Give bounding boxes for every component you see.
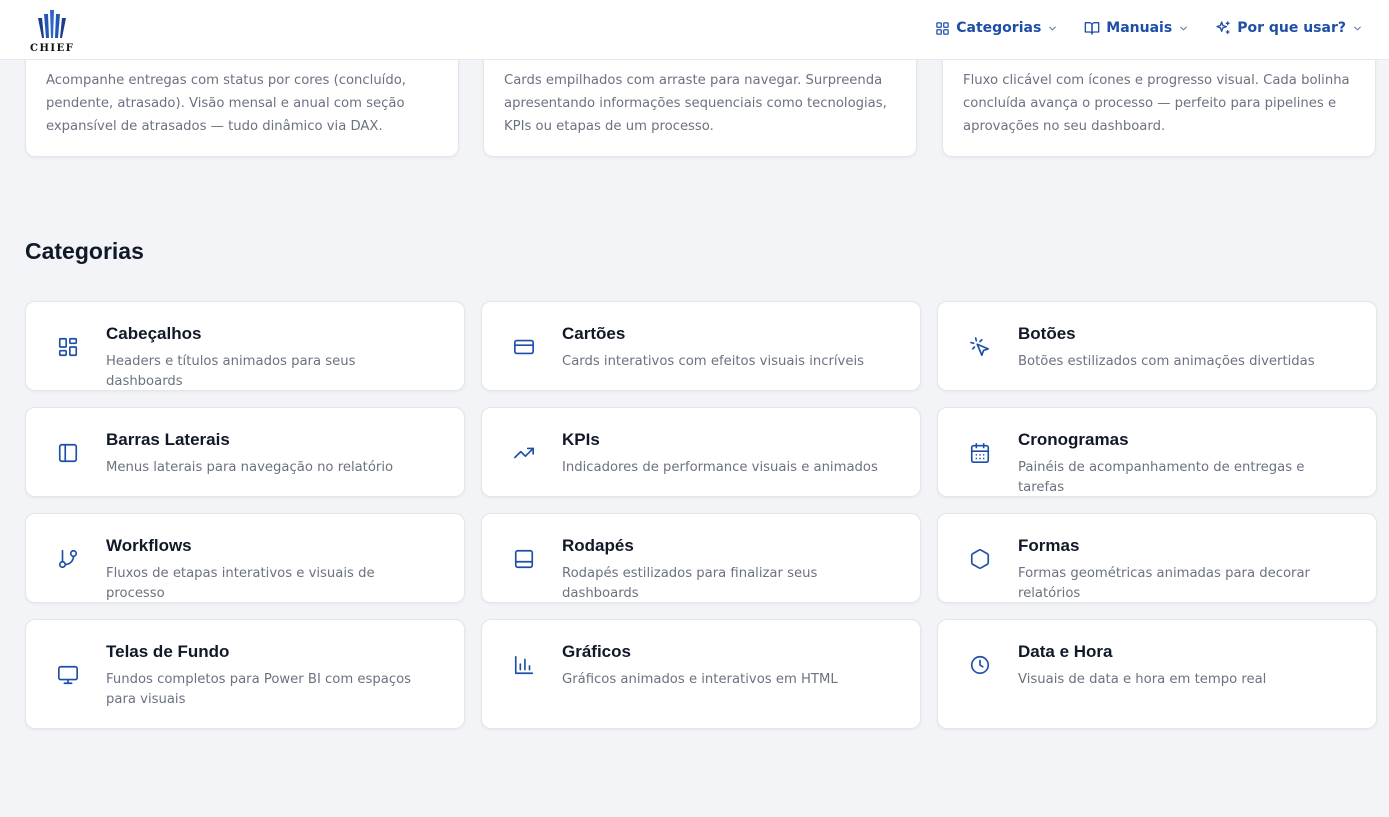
category-title: Formas: [1018, 536, 1080, 555]
category-description: Gráficos animados e interativos em HTML: [562, 672, 838, 687]
nav-por-que-usar[interactable]: Por que usar?: [1215, 20, 1363, 36]
featured-card-text: Acompanhe entregas com status por cores …: [46, 73, 406, 134]
category-title: Workflows: [106, 536, 192, 555]
category-title: Gráficos: [562, 642, 631, 661]
chevron-down-icon: [1049, 26, 1057, 30]
trending-up-icon: [513, 442, 535, 464]
section-title-categorias: Categorias: [25, 238, 144, 264]
featured-card-text: Cards empilhados com arraste para navega…: [504, 73, 887, 134]
category-description: Indicadores de performance visuais e ani…: [562, 460, 878, 475]
category-description: Cards interativos com efeitos visuais in…: [562, 354, 864, 369]
category-card-rodapes[interactable]: Rodapés Rodapés estilizados para finaliz…: [481, 513, 921, 603]
hexagon-icon: [969, 548, 991, 570]
category-card-workflows[interactable]: Workflows Fluxos de etapas interativos e…: [25, 513, 465, 603]
category-title: Botões: [1018, 324, 1076, 343]
nav-categorias[interactable]: Categorias: [935, 20, 1058, 36]
category-card-cabecalhos[interactable]: Cabeçalhos Headers e títulos animados pa…: [25, 301, 465, 391]
category-description: Botões estilizados com animações diverti…: [1018, 354, 1315, 369]
layout-grid-icon: [57, 336, 79, 358]
chevron-down-icon: [1180, 26, 1188, 30]
nav-categorias-label: Categorias: [956, 20, 1042, 36]
bar-chart-icon: [513, 654, 535, 676]
book-open-icon: [1084, 22, 1100, 35]
category-title: Cronogramas: [1018, 430, 1129, 449]
nav-manuais-label: Manuais: [1106, 20, 1173, 36]
git-branch-icon: [57, 548, 79, 570]
category-description: Visuais de data e hora em tempo real: [1018, 672, 1267, 687]
sparkles-icon: [1216, 21, 1230, 34]
category-title: Cartões: [562, 324, 626, 343]
brand-logo[interactable]: CHIEF: [30, 8, 76, 56]
category-card-cartoes[interactable]: Cartões Cards interativos com efeitos vi…: [481, 301, 921, 391]
chevron-down-icon: [1354, 26, 1361, 30]
main-nav: Categorias Manuais Por que usar?: [935, 0, 1363, 56]
category-title: Barras Laterais: [106, 430, 230, 449]
category-title: Telas de Fundo: [106, 642, 230, 661]
category-card-graficos[interactable]: Gráficos Gráficos animados e interativos…: [481, 619, 921, 729]
logo-wordmark: CHIEF: [30, 43, 75, 54]
category-card-kpis[interactable]: KPIs Indicadores de performance visuais …: [481, 407, 921, 497]
category-description: Menus laterais para navegação no relatór…: [106, 460, 394, 475]
category-card-cronogramas[interactable]: Cronogramas Painéis de acompanhamento de…: [937, 407, 1377, 497]
nav-por-que-usar-label: Por que usar?: [1237, 20, 1346, 36]
clock-icon: [969, 654, 991, 676]
category-card-formas[interactable]: Formas Formas geométricas animadas para …: [937, 513, 1377, 603]
category-description: Painéis de acompanhamento de entregas e …: [1018, 460, 1305, 495]
category-title: KPIs: [562, 430, 600, 449]
footer-panel-icon: [513, 548, 535, 570]
category-card-data-e-hora[interactable]: Data e Hora Visuais de data e hora em te…: [937, 619, 1377, 729]
category-card-telas-de-fundo[interactable]: Telas de Fundo Fundos completos para Pow…: [25, 619, 465, 729]
featured-card-text: Fluxo clicável com ícones e progresso vi…: [963, 73, 1350, 134]
category-title: Cabeçalhos: [106, 324, 202, 343]
category-title: Data e Hora: [1018, 642, 1113, 661]
category-description: Formas geométricas animadas para decorar…: [1018, 566, 1310, 601]
category-description: Headers e títulos animados para seus das…: [106, 354, 356, 389]
layout-grid-icon: [936, 21, 949, 35]
pointer-click-icon: [969, 336, 991, 358]
category-description: Fundos completos para Power BI com espaç…: [106, 672, 412, 707]
nav-manuais[interactable]: Manuais: [1084, 20, 1189, 36]
category-description: Rodapés estilizados para finalizar seus …: [562, 566, 818, 601]
crown-logo-icon: [38, 10, 66, 38]
category-card-barras-laterais[interactable]: Barras Laterais Menus laterais para nave…: [25, 407, 465, 497]
sidebar-panel-icon: [57, 442, 79, 464]
calendar-icon: [969, 442, 991, 464]
category-description: Fluxos de etapas interativos e visuais d…: [106, 566, 375, 601]
top-navbar: CHIEF Categorias Manuais Por que usar?: [0, 0, 1389, 60]
category-title: Rodapés: [562, 536, 634, 555]
credit-card-icon: [513, 336, 535, 358]
category-card-botoes[interactable]: Botões Botões estilizados com animações …: [937, 301, 1377, 391]
monitor-icon: [57, 664, 79, 686]
